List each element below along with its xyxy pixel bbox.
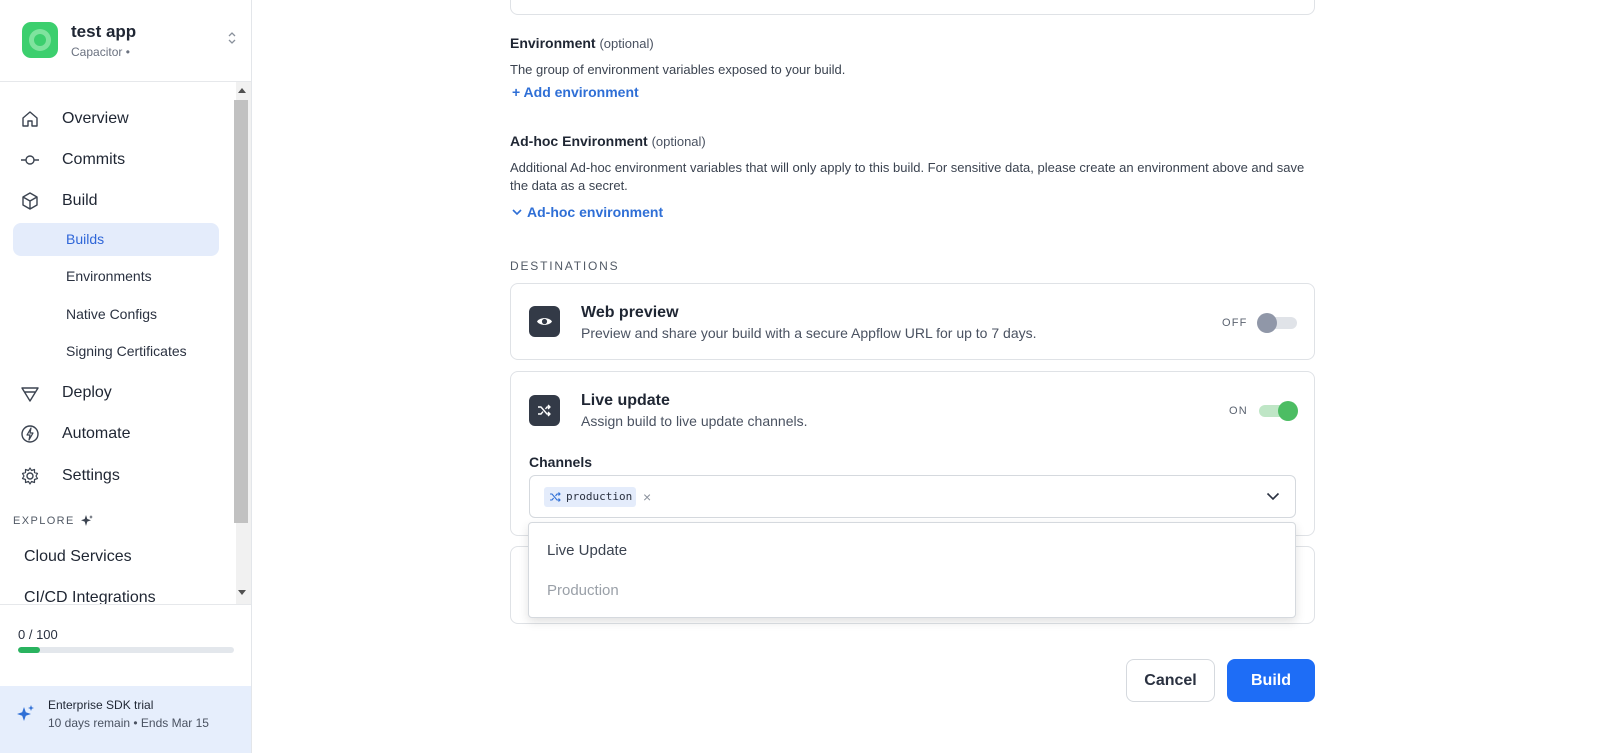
chevron-down-icon[interactable] — [1266, 491, 1280, 501]
usage-progress-fill — [18, 647, 40, 653]
sidebar-item-overview[interactable]: Overview — [0, 101, 236, 137]
sidebar-nav: Overview Commits Build Builds Environmen… — [0, 82, 236, 604]
sidebar-item-label: Deploy — [62, 384, 112, 401]
adhoc-description: Additional Ad-hoc environment variables … — [510, 160, 1305, 193]
web-preview-card: Web preview Preview and share your build… — [510, 283, 1315, 360]
sidebar-item-cloud-services[interactable]: Cloud Services — [24, 548, 132, 566]
sidebar-subitem-label: Builds — [66, 231, 105, 247]
optional-tag: (optional) — [599, 36, 654, 51]
app-switcher[interactable]: test app Capacitor • — [0, 0, 251, 82]
usage-count: 0 / 100 — [18, 627, 58, 642]
toggle-knob — [1278, 401, 1298, 421]
usage-progress-track — [18, 647, 234, 653]
scroll-up-arrow-icon[interactable] — [238, 87, 246, 93]
live-update-description: Assign build to live update channels. — [581, 413, 808, 429]
sidebar-subitem-signing-certificates[interactable]: Signing Certificates — [13, 335, 219, 368]
box-icon — [20, 191, 40, 211]
deploy-icon — [20, 383, 40, 403]
sidebar-subitem-label: Native Configs — [66, 306, 158, 322]
channel-chip: production — [544, 487, 637, 507]
sidebar-item-label: Commits — [62, 151, 126, 168]
sidebar-item-label: Automate — [62, 425, 131, 442]
app-name: test app — [71, 22, 137, 41]
sidebar-item-cicd-integrations[interactable]: CI/CD Integrations — [24, 589, 156, 604]
sidebar-subitem-label: Signing Certificates — [66, 343, 187, 359]
adhoc-toggle-label: Ad-hoc environment — [527, 204, 664, 220]
sidebar-item-label: Overview — [62, 110, 129, 127]
web-preview-description: Preview and share your build with a secu… — [581, 325, 1037, 341]
remove-chip-icon[interactable]: × — [643, 490, 651, 504]
chevron-down-icon — [512, 208, 522, 216]
sidebar-subitem-label: Environments — [66, 268, 152, 284]
shuffle-icon — [549, 492, 561, 502]
destinations-heading: DESTINATIONS — [510, 259, 620, 273]
channels-label: Channels — [529, 454, 593, 470]
scroll-down-arrow-icon[interactable] — [238, 590, 246, 596]
channel-chip-label: production — [566, 490, 633, 503]
lightning-icon — [20, 424, 40, 444]
dropdown-group-label: Live Update — [547, 542, 628, 559]
web-preview-state: OFF — [1222, 317, 1248, 329]
environment-heading: Environment (optional) — [510, 35, 654, 51]
build-form: Environment (optional) The group of envi… — [252, 0, 1600, 753]
environment-description: The group of environment variables expos… — [510, 62, 846, 77]
sidebar-item-settings[interactable]: Settings — [0, 458, 236, 494]
optional-tag: (optional) — [651, 134, 706, 149]
explore-heading: EXPLORE — [13, 515, 75, 527]
gear-icon — [20, 466, 40, 486]
sidebar-subitem-builds[interactable]: Builds — [13, 223, 219, 256]
live-update-card: Live update Assign build to live update … — [510, 371, 1315, 536]
sparkle-icon — [80, 514, 94, 528]
eye-icon — [529, 306, 560, 337]
environment-title: Environment — [510, 35, 596, 51]
sidebar-item-deploy[interactable]: Deploy — [0, 375, 236, 411]
sidebar-item-commits[interactable]: Commits — [0, 142, 236, 178]
sidebar-item-label: Settings — [62, 467, 120, 484]
chevron-up-down-icon[interactable] — [227, 29, 237, 47]
adhoc-title: Ad-hoc Environment — [510, 133, 648, 149]
shuffle-icon — [529, 395, 560, 426]
web-preview-title: Web preview — [581, 304, 679, 321]
home-icon — [20, 109, 40, 129]
trial-remaining: 10 days remain • Ends Mar 15 — [48, 716, 209, 730]
channels-select[interactable]: production × — [529, 475, 1296, 518]
trial-title: Enterprise SDK trial — [48, 698, 154, 712]
previous-field-card — [510, 0, 1315, 15]
sidebar-scroll-thumb[interactable] — [234, 100, 248, 523]
sidebar-item-label: Build — [62, 192, 98, 209]
build-button[interactable]: Build — [1227, 659, 1315, 702]
commit-icon — [20, 150, 40, 170]
sidebar-item-build[interactable]: Build — [0, 183, 236, 219]
app-logo-icon — [22, 22, 58, 58]
cancel-button[interactable]: Cancel — [1126, 659, 1215, 702]
sidebar-subitem-native-configs[interactable]: Native Configs — [13, 298, 219, 331]
live-update-title: Live update — [581, 392, 670, 409]
dropdown-option-production[interactable]: Production — [547, 582, 619, 599]
usage-meter: 0 / 100 — [0, 604, 251, 686]
sidebar-subitem-environments[interactable]: Environments — [13, 260, 219, 293]
sidebar: test app Capacitor • Overview Commits Bu… — [0, 0, 252, 753]
toggle-knob — [1257, 313, 1277, 333]
sidebar-item-automate[interactable]: Automate — [0, 416, 236, 452]
live-update-state: ON — [1229, 405, 1248, 417]
add-environment-link[interactable]: + Add environment — [512, 84, 639, 100]
app-platform: Capacitor • — [71, 45, 130, 59]
sparkle-icon — [16, 704, 36, 724]
channels-dropdown-menu: Live Update Production — [528, 522, 1296, 618]
adhoc-heading: Ad-hoc Environment (optional) — [510, 133, 706, 149]
